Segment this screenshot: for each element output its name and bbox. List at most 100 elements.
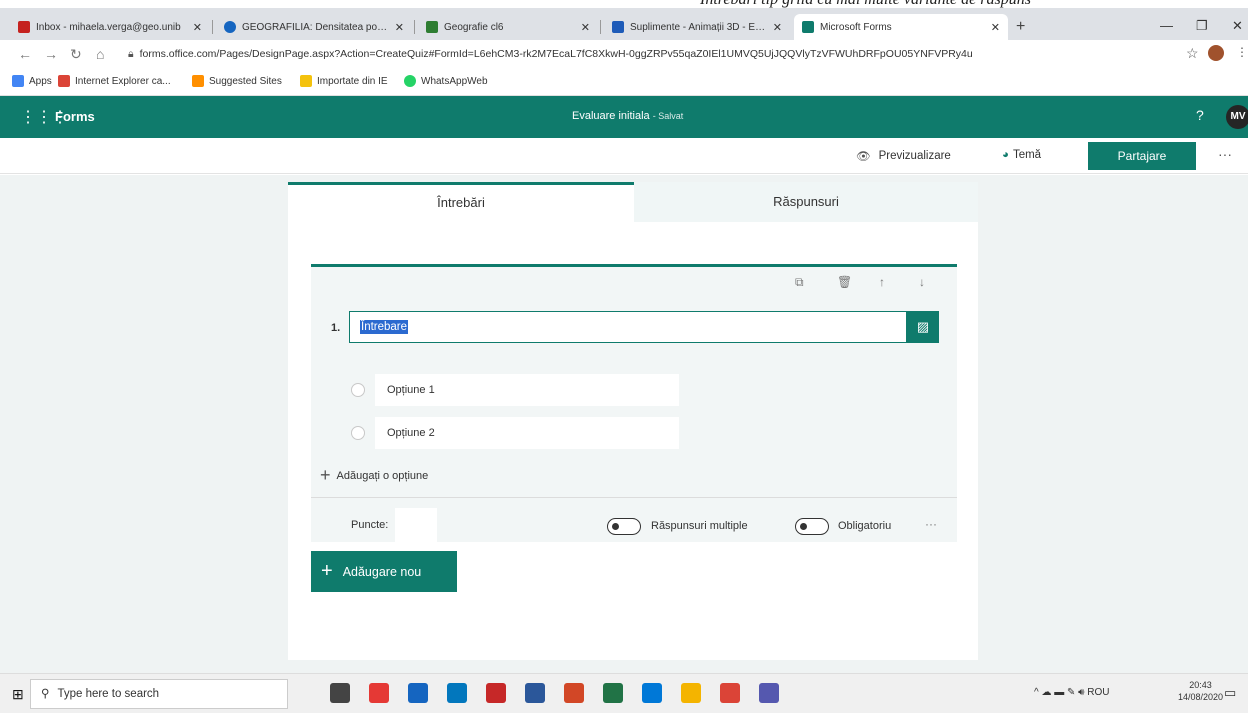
bookmark-importate[interactable]: Importate din IE	[300, 75, 388, 87]
user-avatar[interactable]: MV	[1226, 105, 1248, 129]
add-new-button[interactable]: + Adăugare nou	[311, 551, 457, 592]
app-store-icon[interactable]	[447, 683, 467, 703]
radio-circle	[351, 426, 365, 440]
plus-icon: +	[321, 560, 333, 582]
copy-icon[interactable]: ⧉	[795, 275, 804, 290]
globe-icon	[224, 21, 236, 33]
folder-icon	[300, 75, 312, 87]
system-tray[interactable]: ^ ☁ ▬ ✎ 🔊︎ ROU	[1034, 687, 1110, 698]
browser-tab-geografilia[interactable]: GEOGRAFILIA: Densitatea popul ✕	[216, 14, 412, 40]
app-l-icon[interactable]	[408, 683, 428, 703]
lock-icon: 🔒︎	[128, 48, 134, 60]
palette-icon: ◕	[1002, 149, 1009, 161]
app-word-icon[interactable]	[525, 683, 545, 703]
app-c-icon[interactable]	[369, 683, 389, 703]
classroom-icon	[426, 21, 438, 33]
question-input[interactable]: Întrebare	[349, 311, 907, 343]
app-teams-icon[interactable]	[759, 683, 779, 703]
url-field[interactable]: 🔒︎ forms.office.com/Pages/DesignPage.aspx…	[128, 44, 1158, 64]
suggested-sites-icon	[192, 75, 204, 87]
move-down-icon[interactable]: ↓	[919, 275, 925, 289]
tab-responses[interactable]: Răspunsuri	[634, 182, 978, 222]
bookmarks-bar: Apps Internet Explorer ca... Suggested S…	[0, 70, 1248, 96]
app-ps-icon[interactable]	[564, 683, 584, 703]
bookmark-suggested[interactable]: Suggested Sites	[192, 75, 282, 87]
multiple-answers-label: Răspunsuri multiple	[651, 520, 748, 532]
new-tab-icon[interactable]: +	[1016, 18, 1025, 36]
bookmark-ie[interactable]: Internet Explorer ca...	[58, 75, 171, 87]
browser-menu-icon[interactable]: ⋮	[1236, 45, 1248, 59]
bookmark-star-icon[interactable]: ☆	[1186, 45, 1199, 62]
app-edge-icon[interactable]	[642, 683, 662, 703]
close-icon[interactable]: ✕	[395, 21, 404, 34]
bookmark-apps[interactable]: Apps	[12, 75, 52, 87]
eye-icon: 👁︎	[856, 151, 871, 163]
command-bar: 👁︎ Previzualizare ◕ Temă Partajare ···	[0, 138, 1248, 174]
forms-brand[interactable]: Forms	[55, 109, 95, 124]
profile-avatar[interactable]	[1208, 45, 1224, 61]
app-mcafee-icon[interactable]	[486, 683, 506, 703]
form-title[interactable]: Evaluare initiala - Salvat	[572, 110, 683, 122]
option-input[interactable]: Opțiune 1	[375, 374, 679, 406]
browser-tab-suplimente[interactable]: Suplimente - Animații 3D - Educ ✕	[604, 14, 790, 40]
question-more-icon[interactable]: ···	[925, 517, 937, 531]
multiple-answers-toggle[interactable]	[607, 518, 641, 535]
reload-icon[interactable]: ↻	[70, 46, 82, 63]
form-canvas: Întrebări Răspunsuri ⧉ 🗑︎ ↑ ↓ 1. Întreba…	[0, 175, 1248, 673]
taskbar-search[interactable]: ⚲ Type here to search	[30, 679, 288, 709]
tab-questions[interactable]: Întrebări	[288, 182, 634, 222]
bookmark-whatsapp[interactable]: WhatsAppWeb	[404, 75, 488, 87]
google-icon	[58, 75, 70, 87]
points-label: Puncte:	[351, 519, 389, 531]
forms-header: ⋮⋮⋮ Forms Evaluare initiala - Salvat ? M…	[0, 96, 1248, 138]
add-option-button[interactable]: + Adăugați o opțiune	[320, 465, 428, 486]
option-row: Opțiune 2	[351, 417, 679, 449]
notifications-icon[interactable]: ▭	[1224, 685, 1236, 701]
theme-button[interactable]: ◕ Temă	[1002, 149, 1041, 161]
home-icon[interactable]: ⌂	[96, 46, 104, 62]
clock[interactable]: 20:43 14/08/2020	[1178, 679, 1223, 703]
apps-grid-icon	[12, 75, 24, 87]
browser-tab-inbox[interactable]: Inbox - mihaela.verga@geo.unib ✕	[10, 14, 210, 40]
question-block: ⧉ 🗑︎ ↑ ↓ 1. Întrebare ▨ Opțiune 1 Opțiun…	[311, 264, 957, 542]
radio-circle	[351, 383, 365, 397]
app-explorer-icon[interactable]	[681, 683, 701, 703]
minimize-icon[interactable]: —	[1160, 18, 1173, 33]
task-view-icon[interactable]	[330, 683, 350, 703]
forward-icon[interactable]: →	[44, 46, 58, 62]
insert-image-icon[interactable]: ▨	[907, 311, 939, 343]
close-icon[interactable]: ✕	[581, 21, 590, 34]
share-button[interactable]: Partajare	[1088, 142, 1196, 170]
delete-icon[interactable]: 🗑︎	[837, 275, 852, 289]
more-options-icon[interactable]: ···	[1218, 146, 1232, 162]
back-icon[interactable]: ←	[18, 46, 32, 62]
gmail-icon	[18, 21, 30, 33]
option-input[interactable]: Opțiune 2	[375, 417, 679, 449]
form-card: Întrebări Răspunsuri ⧉ 🗑︎ ↑ ↓ 1. Întreba…	[288, 182, 978, 660]
divider	[311, 497, 957, 498]
option-row: Opțiune 1	[351, 374, 679, 406]
close-window-icon[interactable]: ✕	[1232, 18, 1243, 34]
points-input[interactable]	[395, 508, 437, 542]
clipped-header-text: Întrebări tip grilă cu mai multe variant…	[0, 0, 1248, 8]
app-chrome-icon[interactable]	[720, 683, 740, 703]
browser-tab-geografie[interactable]: Geografie cl6 ✕	[418, 14, 598, 40]
maximize-icon[interactable]: ❐	[1196, 18, 1208, 34]
close-icon[interactable]: ✕	[773, 21, 782, 34]
forms-icon	[802, 21, 814, 33]
edu-icon	[612, 21, 624, 33]
close-icon[interactable]: ✕	[991, 21, 1000, 34]
question-number: 1.	[331, 322, 341, 334]
plus-icon: +	[320, 465, 331, 485]
whatsapp-icon	[404, 75, 416, 87]
move-up-icon[interactable]: ↑	[879, 275, 885, 289]
browser-tab-bar: Inbox - mihaela.verga@geo.unib ✕ GEOGRAF…	[0, 8, 1248, 40]
help-icon[interactable]: ?	[1196, 107, 1204, 123]
windows-start-icon[interactable]: ⊞	[12, 686, 24, 703]
browser-tab-forms[interactable]: Microsoft Forms ✕	[794, 14, 1008, 40]
preview-button[interactable]: 👁︎ Previzualizare	[856, 149, 951, 163]
required-toggle[interactable]	[795, 518, 829, 535]
app-excel-icon[interactable]	[603, 683, 623, 703]
close-icon[interactable]: ✕	[193, 21, 202, 34]
search-icon: ⚲	[41, 688, 50, 700]
